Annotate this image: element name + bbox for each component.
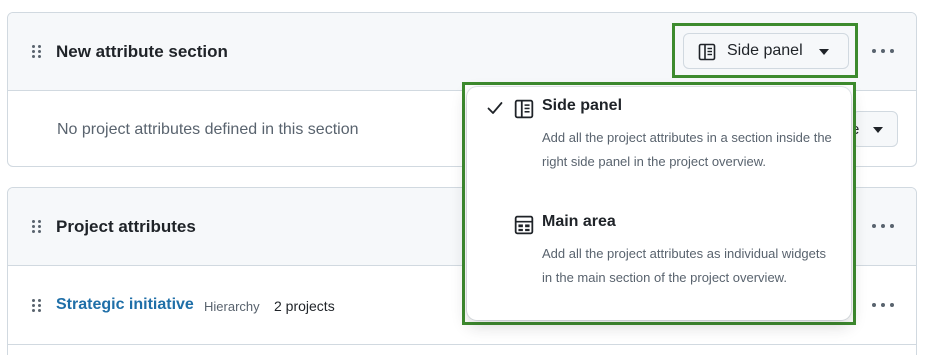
menu-option-title: Main area: [542, 213, 616, 230]
menu-option-description: Add all the project attributes in a sect…: [542, 130, 832, 169]
menu-option-description: Add all the project attributes as indivi…: [542, 246, 826, 285]
kebab-menu-icon[interactable]: [872, 303, 894, 309]
side-panel-icon: [514, 99, 534, 124]
display-mode-button-label: Side panel: [727, 42, 803, 59]
main-area-icon: [514, 215, 534, 240]
drag-handle-icon[interactable]: [32, 220, 42, 234]
attribute-project-count: 2 projects: [274, 298, 335, 314]
attribute-type: Hierarchy: [204, 299, 260, 314]
check-icon: [487, 101, 503, 120]
drag-handle-icon[interactable]: [32, 299, 42, 313]
display-mode-menu-highlight: Side panel Add all the project attribute…: [462, 82, 856, 325]
menu-option-main-area[interactable]: Main area Add all the project attributes…: [467, 203, 851, 321]
chevron-down-icon: [873, 127, 883, 133]
menu-option-side-panel[interactable]: Side panel Add all the project attribute…: [467, 87, 851, 203]
add-attribute-button[interactable]: e: [851, 111, 898, 147]
chevron-down-icon: [819, 49, 829, 55]
kebab-menu-icon[interactable]: [872, 49, 894, 55]
display-mode-button[interactable]: Side panel: [683, 33, 849, 69]
section-title: Project attributes: [56, 217, 196, 236]
attribute-name-link[interactable]: Strategic initiative: [56, 296, 194, 314]
kebab-menu-icon[interactable]: [872, 224, 894, 230]
empty-section-message: No project attributes defined in this se…: [57, 121, 359, 138]
section-title: New attribute section: [56, 42, 228, 61]
side-panel-icon: [698, 43, 716, 66]
menu-option-title: Side panel: [542, 97, 623, 114]
display-mode-menu: Side panel Add all the project attribute…: [467, 87, 851, 320]
display-button-highlight: Side panel: [672, 23, 858, 78]
drag-handle-icon[interactable]: [32, 45, 42, 59]
